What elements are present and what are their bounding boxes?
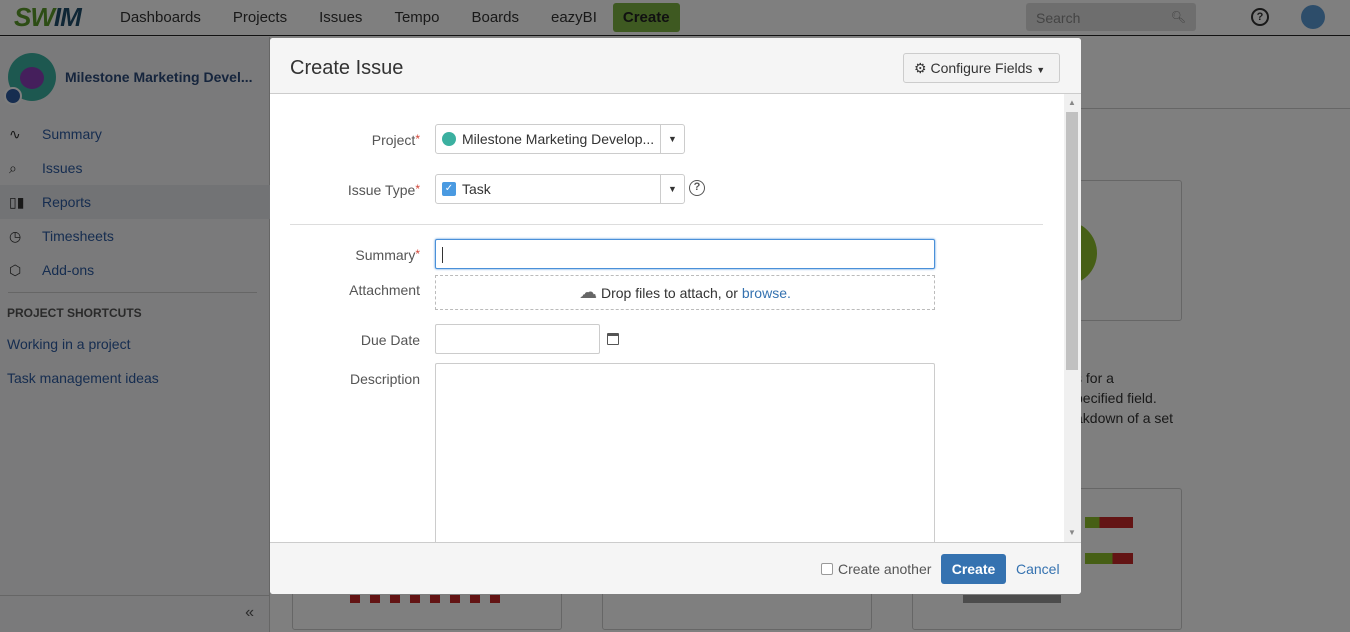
project-select[interactable]: Milestone Marketing Develop... ▼: [435, 124, 685, 154]
scrollbar[interactable]: ▲ ▼: [1064, 94, 1081, 542]
label-text: Summary: [355, 247, 416, 263]
summary-label: Summary*: [270, 247, 420, 263]
due-date-label: Due Date: [360, 332, 420, 348]
project-value: Milestone Marketing Develop...: [462, 131, 655, 147]
configure-fields-label: Configure Fields: [930, 60, 1033, 76]
upload-cloud-icon: ☁: [579, 282, 598, 302]
scrollbar-thumb[interactable]: [1066, 112, 1078, 370]
label-text: Project: [371, 132, 416, 148]
issue-type-value: Task: [462, 181, 491, 197]
dialog-body: Project* Milestone Marketing Develop... ▼…: [270, 94, 1081, 563]
project-avatar-icon: [442, 132, 456, 146]
issue-type-select[interactable]: ✓ Task ▼: [435, 174, 685, 204]
description-textarea[interactable]: [435, 363, 935, 563]
chevron-down-icon[interactable]: ▼: [660, 125, 684, 153]
dialog-footer: Create another Create Cancel: [270, 542, 1081, 594]
required-mark: *: [415, 247, 420, 261]
description-label: Description: [349, 371, 420, 387]
required-mark: *: [415, 182, 420, 196]
due-date-input[interactable]: [435, 324, 600, 354]
issue-type-label: Issue Type*: [270, 182, 420, 198]
label-text: Issue Type: [347, 182, 416, 198]
calendar-icon[interactable]: [607, 333, 619, 345]
configure-fields-button[interactable]: ⚙ Configure Fields ▼: [903, 53, 1060, 83]
chevron-down-icon[interactable]: ▼: [660, 175, 684, 203]
create-button[interactable]: Create: [941, 554, 1006, 584]
help-icon[interactable]: ?: [689, 180, 705, 196]
project-label: Project*: [270, 132, 420, 148]
divider: [290, 224, 1043, 225]
dialog-title: Create Issue: [290, 57, 404, 79]
create-another-label: Create another: [838, 561, 932, 577]
cancel-link[interactable]: Cancel: [1016, 561, 1060, 577]
task-icon: ✓: [442, 182, 456, 196]
required-mark: *: [415, 132, 420, 146]
scroll-down-icon[interactable]: ▼: [1068, 528, 1076, 537]
browse-link[interactable]: browse.: [742, 285, 791, 301]
attachment-text: Drop files to attach, or: [601, 285, 738, 301]
attachment-label: Attachment: [349, 282, 420, 298]
checkbox-icon[interactable]: [821, 563, 833, 575]
summary-input[interactable]: [435, 239, 935, 269]
scroll-up-icon[interactable]: ▲: [1068, 98, 1076, 107]
create-another-checkbox[interactable]: Create another: [821, 561, 931, 577]
chevron-down-icon: ▼: [1036, 65, 1046, 75]
gear-icon: ⚙: [914, 60, 927, 76]
create-issue-dialog: Create Issue ⚙ Configure Fields ▼ Projec…: [270, 38, 1081, 594]
attachment-dropzone[interactable]: ☁ Drop files to attach, or browse.: [435, 275, 935, 310]
